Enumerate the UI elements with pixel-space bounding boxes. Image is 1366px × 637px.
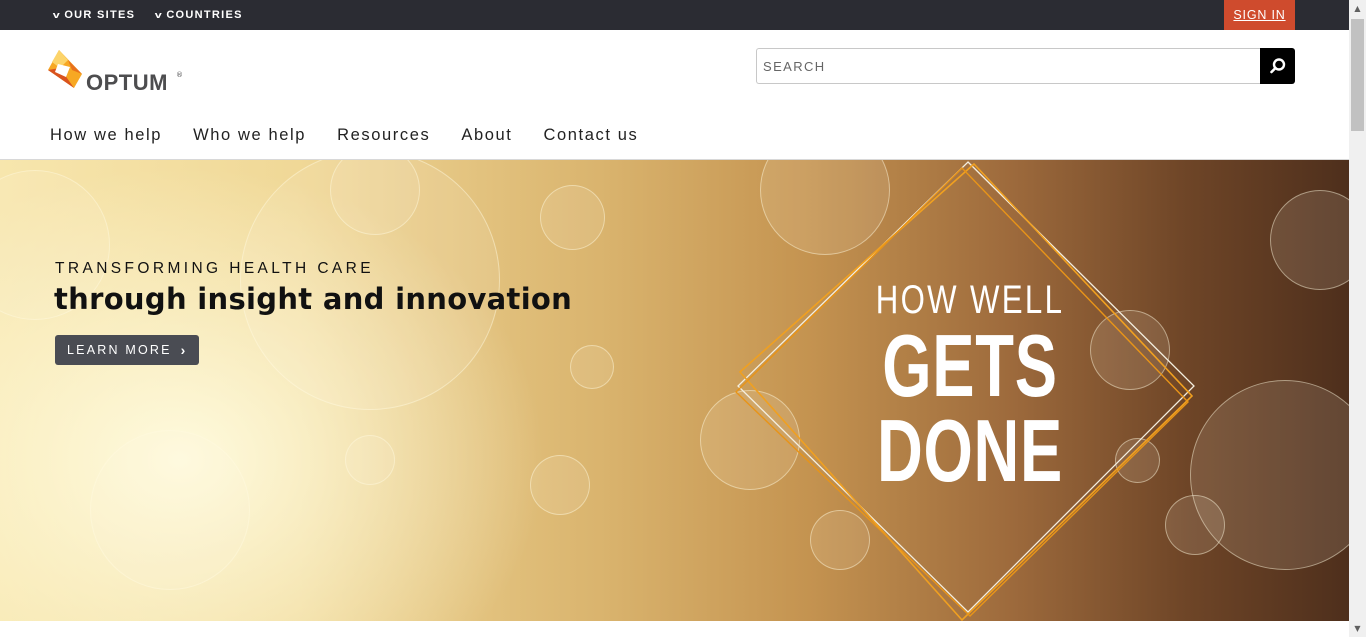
logo-wordmark: OPTUM	[86, 70, 168, 95]
nav-item-how-we-help[interactable]: How we help	[50, 126, 162, 146]
bokeh-circle	[90, 430, 250, 590]
chevron-down-icon: v	[52, 10, 62, 20]
utility-bar: v OUR SITES v COUNTRIES SIGN IN	[0, 0, 1349, 30]
optum-logo-mark-icon	[48, 50, 82, 88]
learn-more-button[interactable]: LEARN MORE ›	[55, 335, 199, 365]
registered-mark: ®	[176, 71, 183, 79]
learn-more-label: LEARN MORE	[67, 343, 172, 357]
tagline-line-2: GETS	[882, 316, 1058, 415]
nav-item-who-we-help[interactable]: Who we help	[193, 126, 306, 146]
scroll-down-arrow-icon[interactable]: ▼	[1349, 620, 1366, 637]
nav-item-contact-us[interactable]: Contact us	[543, 126, 638, 146]
our-sites-label: OUR SITES	[64, 9, 136, 21]
page-content-start	[0, 621, 1349, 637]
countries-label: COUNTRIES	[166, 9, 243, 21]
our-sites-dropdown[interactable]: v OUR SITES	[52, 0, 136, 30]
bokeh-circle	[540, 185, 605, 250]
main-nav: How we help Who we help Resources About …	[50, 126, 669, 146]
bokeh-circle	[345, 435, 395, 485]
search-form	[756, 48, 1295, 84]
hero-kicker: TRANSFORMING HEALTH CARE	[55, 260, 374, 277]
chevron-right-icon: ›	[180, 342, 188, 358]
tagline-line-3: DONE	[877, 401, 1063, 500]
sign-in-link[interactable]: SIGN IN	[1224, 0, 1295, 30]
search-button[interactable]	[1260, 48, 1295, 84]
scroll-thumb[interactable]	[1351, 19, 1364, 131]
bokeh-circle	[570, 345, 614, 389]
nav-item-about[interactable]: About	[461, 126, 512, 146]
nav-item-resources[interactable]: Resources	[337, 126, 430, 146]
countries-dropdown[interactable]: v COUNTRIES	[154, 0, 243, 30]
bokeh-circle	[1270, 190, 1349, 290]
search-icon	[1269, 58, 1285, 74]
scroll-up-arrow-icon[interactable]: ▲	[1349, 0, 1366, 17]
optum-logo[interactable]: OPTUM ®	[46, 48, 188, 96]
page-scrollbar[interactable]: ▲ ▼	[1349, 0, 1366, 637]
bokeh-circle	[530, 455, 590, 515]
chevron-down-icon: v	[154, 10, 164, 20]
hero-banner: TRANSFORMING HEALTH CARE through insight…	[0, 160, 1349, 621]
hero-title: through insight and innovation	[54, 282, 573, 316]
search-input[interactable]	[756, 48, 1261, 84]
